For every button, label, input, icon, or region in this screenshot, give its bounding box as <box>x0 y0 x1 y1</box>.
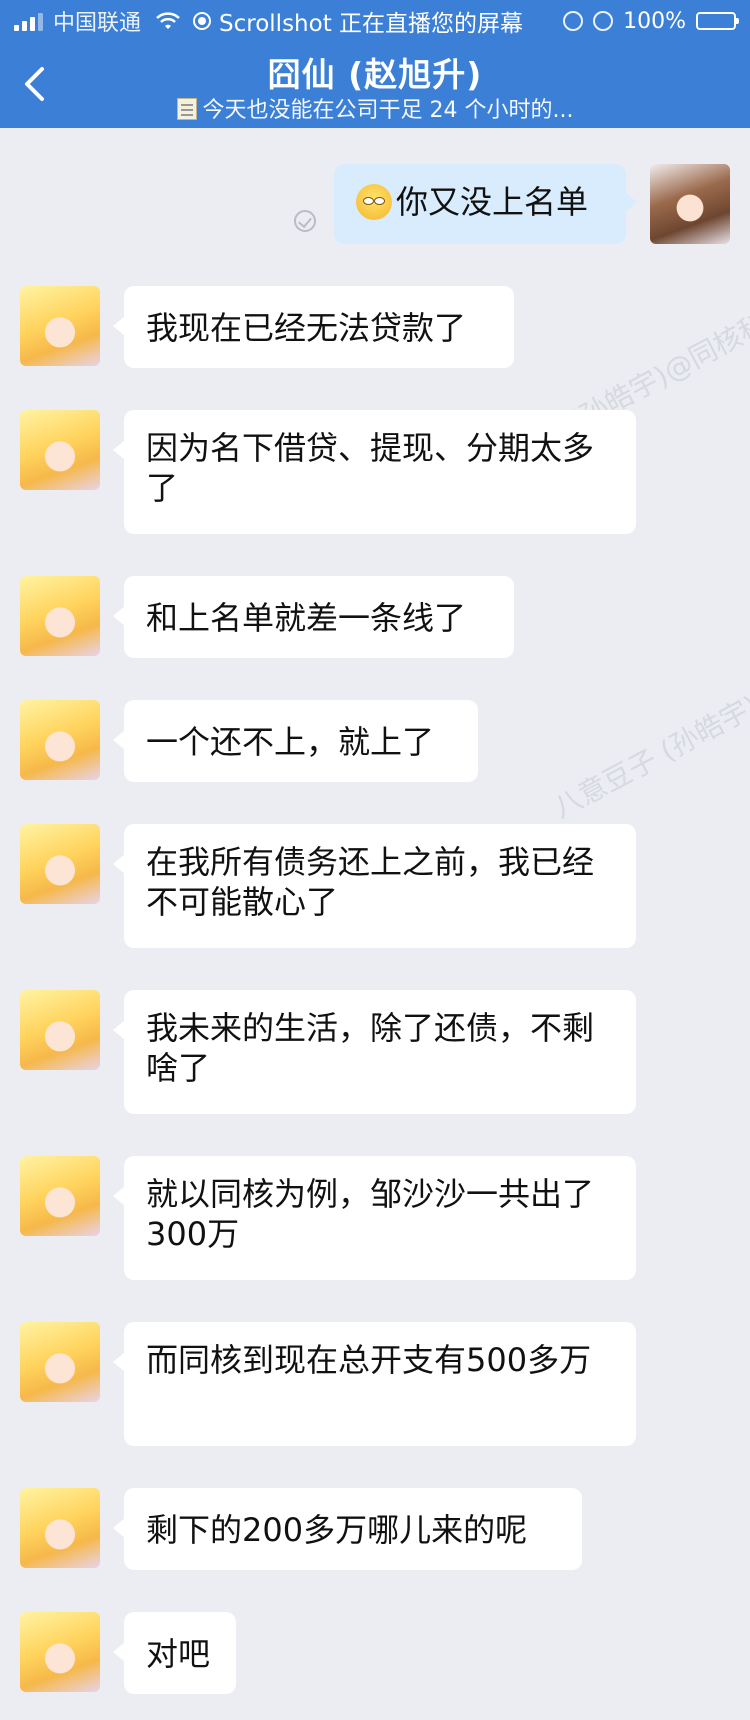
message-text: 在我所有债务还上之前，我已经不可能散心了 <box>146 843 595 921</box>
rolling-eyes-emoji <box>356 184 392 220</box>
alarm-icon <box>593 11 614 31</box>
message-bubble[interactable]: 剩下的200多万哪儿来的呢 <box>113 1488 582 1570</box>
contact-avatar[interactable] <box>20 410 100 490</box>
contact-avatar[interactable] <box>20 1322 100 1402</box>
subtitle-text: 今天也没能在公司干足 24 个小时的... <box>202 98 574 123</box>
chat-header: 中国联通 Scrollshot 正在直播您的屏幕 100% 囧仙 (赵旭升) 今… <box>0 0 750 128</box>
message-text: 我现在已经无法贷款了 <box>146 309 467 347</box>
contact-avatar[interactable] <box>20 576 100 656</box>
read-check-icon <box>294 210 316 232</box>
message-text: 和上名单就差一条线了 <box>146 599 467 637</box>
message-text: 一个还不上，就上了 <box>146 723 435 761</box>
chat-title[interactable]: 囧仙 (赵旭升) <box>0 48 750 96</box>
message-text: 而同核到现在总开支有500多万 <box>146 1341 592 1379</box>
status-bar: 中国联通 Scrollshot 正在直播您的屏幕 100% <box>0 0 750 42</box>
message-text: 我未来的生活，除了还债，不剩啥了 <box>146 1009 595 1087</box>
message-bubble[interactable]: 一个还不上，就上了 <box>113 700 478 782</box>
message-text: 因为名下借贷、提现、分期太多了 <box>146 429 595 507</box>
message-bubble[interactable]: 和上名单就差一条线了 <box>113 576 514 658</box>
message-bubble[interactable]: 我现在已经无法贷款了 <box>113 286 514 368</box>
message-bubble[interactable]: 你又没上名单 <box>334 164 637 244</box>
contact-avatar[interactable] <box>20 1156 100 1236</box>
wifi-icon <box>156 12 180 29</box>
message-bubble[interactable]: 在我所有债务还上之前，我已经不可能散心了 <box>113 824 636 948</box>
my-avatar[interactable] <box>650 164 730 244</box>
watermark: 八意豆子 (孙皓宇)@同核科技 282 <box>548 594 750 825</box>
message-text: 对吧 <box>146 1635 211 1673</box>
message-bubble[interactable]: 因为名下借贷、提现、分期太多了 <box>113 410 636 534</box>
contact-avatar[interactable] <box>20 1488 100 1568</box>
status-right: 100% <box>563 0 739 42</box>
message-bubble[interactable]: 对吧 <box>113 1612 236 1694</box>
chat-subtitle: 今天也没能在公司干足 24 个小时的... <box>0 92 750 124</box>
message-text: 你又没上名单 <box>396 183 589 221</box>
memo-icon <box>176 98 197 120</box>
message-bubble[interactable]: 而同核到现在总开支有500多万 <box>113 1322 636 1446</box>
contact-avatar[interactable] <box>20 700 100 780</box>
contact-avatar[interactable] <box>20 824 100 904</box>
message-bubble[interactable]: 就以同核为例，邹沙沙一共出了300万 <box>113 1156 636 1280</box>
screen-record-icon <box>193 12 212 30</box>
message-text: 剩下的200多万哪儿来的呢 <box>146 1511 528 1549</box>
battery-percent: 100% <box>623 8 686 34</box>
contact-avatar[interactable] <box>20 286 100 366</box>
contact-avatar[interactable] <box>20 1612 100 1692</box>
message-bubble[interactable]: 我未来的生活，除了还债，不剩啥了 <box>113 990 636 1114</box>
live-status-text: Scrollshot 正在直播您的屏幕 <box>219 11 524 37</box>
message-list[interactable]: 八意豆子 (孙皓宇)@同核科技 282 八意豆子 (孙皓宇)@同核科技 282 … <box>0 128 750 1720</box>
signal-icon <box>14 11 43 31</box>
orientation-lock-icon <box>563 11 584 31</box>
contact-avatar[interactable] <box>20 990 100 1070</box>
carrier-label: 中国联通 <box>53 11 142 36</box>
message-text: 就以同核为例，邹沙沙一共出了300万 <box>146 1175 595 1253</box>
battery-icon <box>696 12 739 30</box>
